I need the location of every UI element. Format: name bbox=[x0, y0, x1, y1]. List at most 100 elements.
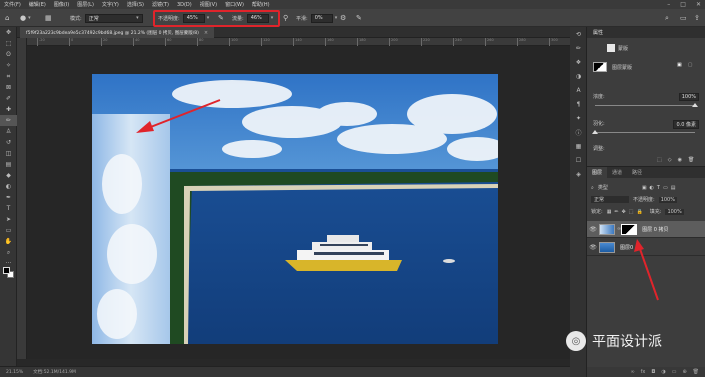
menu-item[interactable]: 窗口(W) bbox=[225, 1, 244, 8]
layer-row[interactable]: 👁 ∞ 图层 0 拷贝 bbox=[587, 221, 705, 238]
close-tab-icon[interactable]: × bbox=[204, 30, 208, 36]
filter-type-icons[interactable]: ▣◐T▭▤ bbox=[642, 185, 679, 191]
eyedropper-tool-icon[interactable]: ✐ bbox=[0, 93, 17, 104]
libraries-icon[interactable]: ☐ bbox=[570, 153, 587, 167]
adjustment-layer-icon[interactable]: ◑ bbox=[661, 369, 665, 375]
history-icon[interactable]: ⟲ bbox=[570, 27, 587, 41]
smoothing-dropdown-icon[interactable]: ▾ bbox=[335, 15, 338, 21]
canvas-area[interactable] bbox=[27, 46, 570, 359]
home-icon[interactable]: ⌂ bbox=[5, 12, 9, 24]
frame-tool-icon[interactable]: ⊠ bbox=[0, 82, 17, 93]
move-tool-icon[interactable]: ✥ bbox=[0, 27, 17, 38]
layer-mask-thumbnail[interactable] bbox=[621, 223, 638, 235]
foreground-color-swatch[interactable] bbox=[3, 267, 10, 274]
smoothing-input[interactable]: 0% bbox=[310, 13, 333, 23]
gradient-tool-icon[interactable]: ▤ bbox=[0, 159, 17, 170]
vector-mask-icon[interactable]: ▢ bbox=[688, 62, 693, 68]
crop-tool-icon[interactable]: ⌗ bbox=[0, 71, 17, 82]
layer-row[interactable]: 👁 图层0 bbox=[587, 239, 705, 256]
feather-slider[interactable] bbox=[592, 130, 695, 134]
tab-layers[interactable]: 图层 bbox=[587, 167, 608, 178]
fx-icon[interactable]: fx bbox=[641, 369, 646, 375]
menu-item[interactable]: 帮助(H) bbox=[252, 1, 270, 8]
brush-preset-picker[interactable]: ● ▾ bbox=[20, 12, 31, 24]
type-tool-icon[interactable]: T bbox=[0, 203, 17, 214]
gear-icon[interactable]: ⚙ bbox=[340, 12, 346, 24]
new-layer-icon[interactable]: ⊕ bbox=[682, 369, 686, 375]
link-layers-icon[interactable]: ∞ bbox=[630, 369, 634, 375]
kind-filter-select[interactable]: 类型 bbox=[598, 184, 608, 191]
marquee-tool-icon[interactable]: ⬚ bbox=[0, 38, 17, 49]
zoom-level[interactable]: 21.15% bbox=[6, 370, 23, 375]
brush-settings-icon[interactable]: ▦ bbox=[45, 12, 52, 24]
filter-search-icon[interactable]: ⌕ bbox=[591, 185, 594, 191]
history-brush-tool-icon[interactable]: ↺ bbox=[0, 137, 17, 148]
zoom-tool-icon[interactable]: ⌕ bbox=[0, 247, 17, 258]
color-swatches[interactable] bbox=[3, 267, 15, 279]
group-icon[interactable]: ▭ bbox=[672, 369, 677, 375]
menu-item[interactable]: 选择(S) bbox=[127, 1, 144, 8]
menu-item[interactable]: 3D(D) bbox=[177, 2, 192, 8]
density-slider-thumb[interactable] bbox=[692, 103, 698, 107]
shape-tool-icon[interactable]: ▭ bbox=[0, 225, 17, 236]
brush-presets-icon[interactable]: ❖ bbox=[570, 55, 587, 69]
menu-item[interactable]: 图层(L) bbox=[77, 1, 94, 8]
healing-brush-tool-icon[interactable]: ✚ bbox=[0, 104, 17, 115]
density-value[interactable]: 100% bbox=[678, 93, 699, 101]
swatches-icon[interactable]: ▦ bbox=[570, 139, 587, 153]
hand-tool-icon[interactable]: ✋ bbox=[0, 236, 17, 247]
workspace-icon[interactable]: ▭ bbox=[680, 12, 687, 24]
eraser-tool-icon[interactable]: ◫ bbox=[0, 148, 17, 159]
menu-item[interactable]: 文字(Y) bbox=[102, 1, 119, 8]
close-icon[interactable]: ✕ bbox=[696, 1, 701, 8]
info-icon[interactable]: ⓘ bbox=[570, 125, 587, 139]
minimize-icon[interactable]: – bbox=[667, 1, 670, 8]
document-canvas[interactable] bbox=[92, 74, 498, 344]
menu-item[interactable]: 视图(V) bbox=[200, 1, 217, 8]
pixel-mask-icon[interactable]: ▣ bbox=[677, 62, 682, 68]
airbrush-icon[interactable]: ⚲ bbox=[283, 12, 288, 24]
brush-tool-icon[interactable]: ✏ bbox=[0, 115, 17, 126]
menu-item[interactable]: 滤镜(T) bbox=[152, 1, 169, 8]
mask-thumbnail[interactable] bbox=[593, 62, 607, 72]
paragraph-icon[interactable]: ¶ bbox=[570, 97, 587, 111]
apply-mask-icon[interactable]: ◇ bbox=[668, 157, 672, 163]
fill-value[interactable]: 100% bbox=[665, 208, 684, 215]
blur-tool-icon[interactable]: ◆ bbox=[0, 170, 17, 181]
brush-panel-icon[interactable]: ✏ bbox=[570, 41, 587, 55]
menu-item[interactable]: 文件(F) bbox=[4, 1, 21, 8]
maximize-icon[interactable]: □ bbox=[680, 1, 686, 8]
delete-layer-icon[interactable]: 🗑 bbox=[693, 369, 699, 375]
search-icon[interactable]: ⌕ bbox=[665, 12, 669, 24]
share-icon[interactable]: ⇪ bbox=[694, 12, 700, 24]
feather-slider-thumb[interactable] bbox=[592, 130, 598, 134]
glyphs-icon[interactable]: ✦ bbox=[570, 111, 587, 125]
tab-channels[interactable]: 通道 bbox=[607, 167, 627, 178]
pen-tool-icon[interactable]: ✒ bbox=[0, 192, 17, 203]
lasso-tool-icon[interactable]: ʘ bbox=[0, 49, 17, 60]
styles-icon[interactable]: ◈ bbox=[570, 167, 587, 181]
load-selection-icon[interactable]: ⬚ bbox=[657, 157, 662, 163]
feather-value[interactable]: 0.0 像素 bbox=[673, 120, 699, 129]
menu-item[interactable]: 图像(I) bbox=[54, 1, 69, 8]
mode-select[interactable]: 正常 ▾ bbox=[84, 13, 143, 23]
lock-icons[interactable]: ▦✏✥⬚🔒 bbox=[607, 209, 646, 215]
document-tab[interactable]: f5f9f23a223c9bdea9e5c37492c9bd68.jpeg @ … bbox=[20, 27, 215, 38]
adjustments-icon[interactable]: ◑ bbox=[570, 69, 587, 83]
tab-paths[interactable]: 路径 bbox=[627, 167, 647, 178]
path-select-tool-icon[interactable]: ➤ bbox=[0, 214, 17, 225]
quick-select-tool-icon[interactable]: ✧ bbox=[0, 60, 17, 71]
density-slider[interactable] bbox=[595, 103, 698, 107]
clone-stamp-tool-icon[interactable]: ♙ bbox=[0, 126, 17, 137]
toggle-mask-icon[interactable]: ◉ bbox=[678, 157, 682, 163]
menu-item[interactable]: 编辑(E) bbox=[29, 1, 46, 8]
delete-mask-icon[interactable]: 🗑 bbox=[688, 157, 694, 163]
eye-icon[interactable]: 👁 bbox=[587, 226, 599, 233]
pressure-size-icon[interactable]: ✎ bbox=[356, 12, 362, 24]
layer-opacity-value[interactable]: 100% bbox=[658, 196, 677, 203]
eye-icon[interactable]: 👁 bbox=[587, 244, 599, 251]
add-mask-icon[interactable]: ◘ bbox=[651, 369, 655, 375]
blend-mode-select[interactable]: 正常 bbox=[591, 196, 629, 203]
character-icon[interactable]: A bbox=[570, 83, 587, 97]
dodge-tool-icon[interactable]: ◐ bbox=[0, 181, 17, 192]
